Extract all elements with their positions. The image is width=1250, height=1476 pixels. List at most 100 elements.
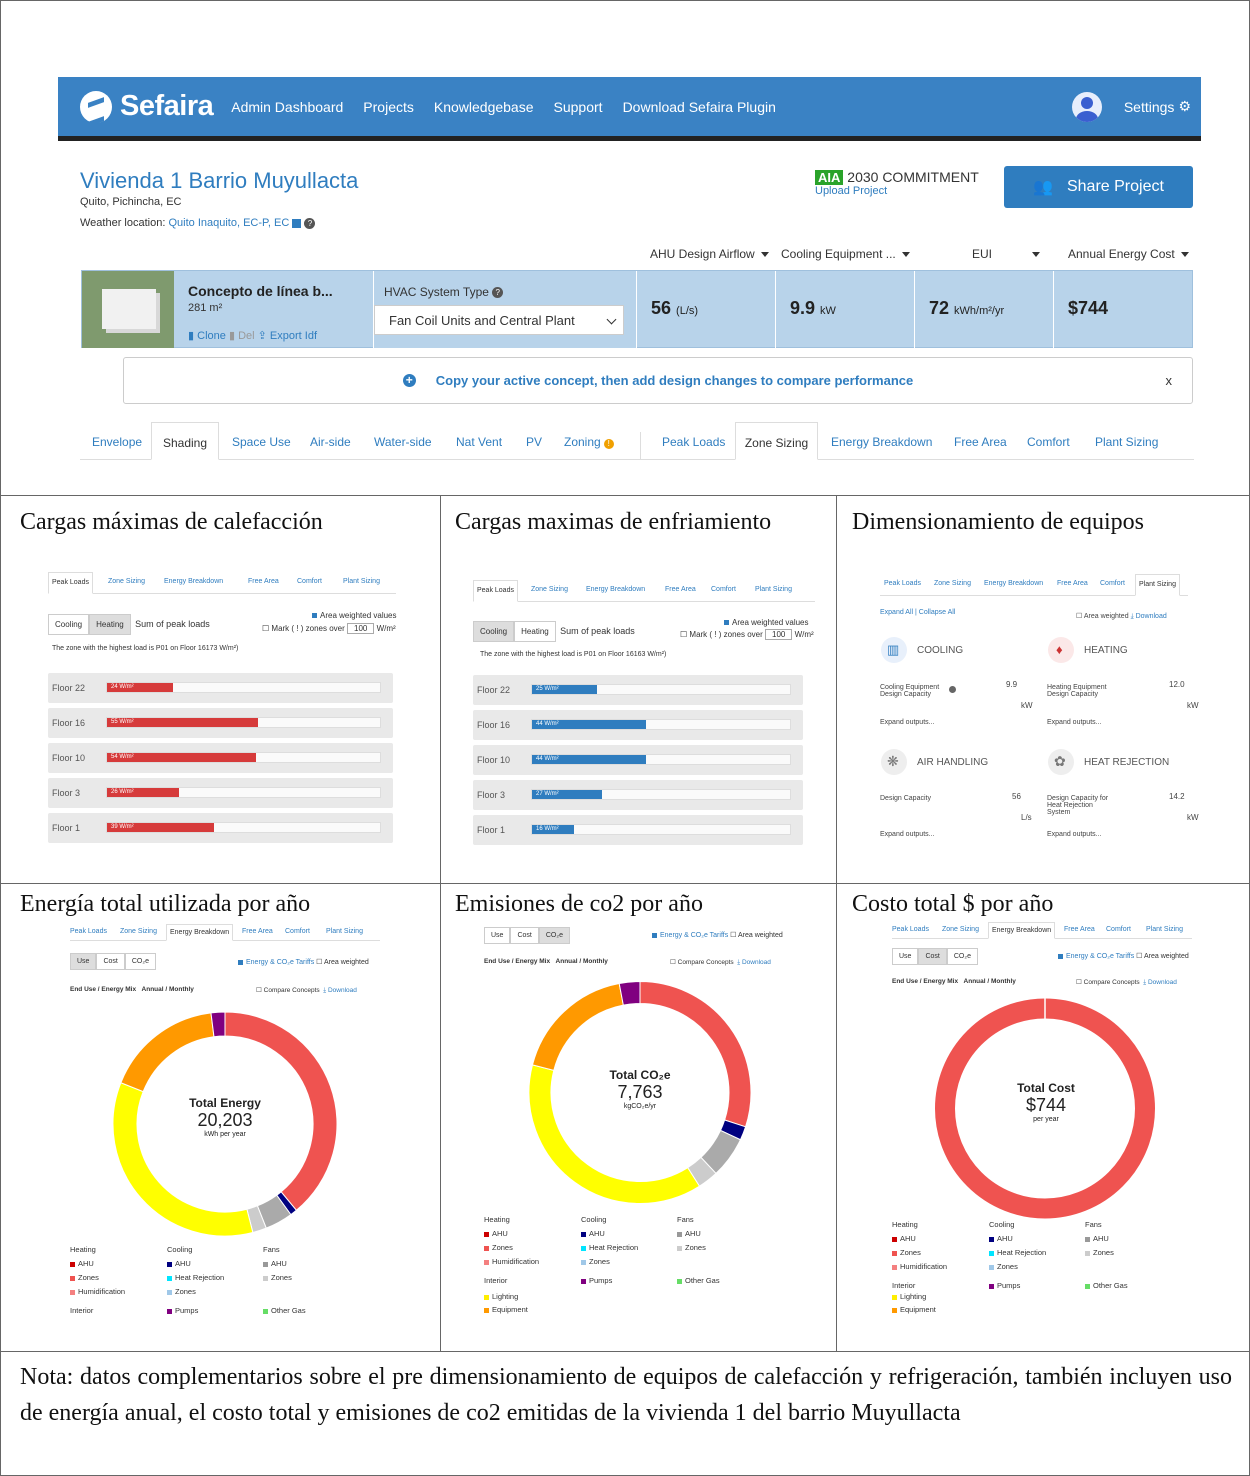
- legend-item[interactable]: Humidification: [892, 1262, 947, 1271]
- compare-concepts[interactable]: Compare Concepts: [264, 987, 320, 994]
- legend-item[interactable]: Humidification: [70, 1287, 125, 1296]
- legend-item[interactable]: Pumps: [581, 1276, 612, 1285]
- legend-item[interactable]: Other Gas: [677, 1276, 720, 1285]
- legend-item[interactable]: Zones: [581, 1257, 610, 1266]
- download-link[interactable]: ⤓ Download: [323, 987, 357, 994]
- tab-zone-sizing[interactable]: Zone Sizing: [108, 578, 145, 585]
- legend-item[interactable]: Equipment: [484, 1305, 528, 1314]
- legend-item[interactable]: Heat Rejection: [167, 1273, 224, 1282]
- sefaira-logo[interactable]: Sefaira: [80, 90, 214, 123]
- metric-header-cost[interactable]: Annual Energy Cost: [1068, 247, 1189, 261]
- legend-item[interactable]: Zones: [989, 1262, 1018, 1271]
- nav-projects[interactable]: Projects: [363, 99, 414, 115]
- floor-row[interactable]: Floor 16 44 W/m²: [473, 710, 803, 740]
- gear-icon[interactable]: ⚙: [1178, 98, 1191, 115]
- tab-space-use[interactable]: Space Use: [232, 422, 291, 460]
- cost-toggle[interactable]: Cost: [918, 948, 947, 965]
- tariffs-link[interactable]: Energy & CO₂e Tariffs ☐ Area weighted: [1058, 952, 1189, 960]
- avatar[interactable]: [1071, 91, 1102, 122]
- tab-zone-sizing[interactable]: Zone Sizing: [120, 928, 157, 935]
- tab-zoning[interactable]: Zoning!: [564, 422, 614, 460]
- help-icon[interactable]: ?: [492, 287, 504, 299]
- use-toggle[interactable]: Use: [70, 953, 97, 970]
- tab-energy-breakdown[interactable]: Energy Breakdown: [988, 922, 1056, 939]
- settings-link[interactable]: Settings: [1124, 99, 1175, 115]
- heating-toggle[interactable]: Heating: [89, 614, 131, 635]
- tab-peak-loads[interactable]: Peak Loads: [70, 928, 107, 935]
- tab-peak-loads[interactable]: Peak Loads: [884, 580, 921, 587]
- nav-admin-dashboard[interactable]: Admin Dashboard: [231, 99, 343, 115]
- expand-outputs-heating[interactable]: Expand outputs...: [1047, 719, 1101, 726]
- legend-item[interactable]: Heat Rejection: [581, 1243, 638, 1252]
- floor-row[interactable]: Floor 10 54 W/m²: [48, 743, 393, 773]
- legend-item[interactable]: AHU: [484, 1229, 508, 1238]
- tab-plant-sizing[interactable]: Plant Sizing: [326, 928, 363, 935]
- expand-outputs-rejection[interactable]: Expand outputs...: [1047, 831, 1101, 838]
- nav-knowledgebase[interactable]: Knowledgebase: [434, 99, 534, 115]
- use-toggle[interactable]: Use: [484, 927, 511, 944]
- tab-peak-loads[interactable]: Peak Loads: [473, 580, 518, 602]
- legend-item[interactable]: AHU: [677, 1229, 701, 1238]
- tab-energy-breakdown[interactable]: Energy Breakdown: [164, 578, 223, 585]
- tab-zone-sizing[interactable]: Zone Sizing: [735, 422, 818, 460]
- nav-support[interactable]: Support: [554, 99, 603, 115]
- co2-toggle[interactable]: CO₂e: [946, 948, 978, 965]
- legend-item[interactable]: Humidification: [484, 1257, 539, 1266]
- help-icon[interactable]: ?: [304, 217, 316, 229]
- co2-toggle[interactable]: CO₂e: [124, 953, 156, 970]
- metric-header-cooling[interactable]: Cooling Equipment ...: [781, 247, 910, 261]
- cooling-toggle[interactable]: Cooling: [473, 621, 515, 642]
- tab-free-area[interactable]: Free Area: [248, 578, 279, 585]
- area-weighted-check[interactable]: ☐ Area weighted ⤓ Download: [1076, 612, 1167, 621]
- expand-collapse-all[interactable]: Expand All | Collapse All: [880, 609, 955, 616]
- share-project-button[interactable]: 👥 Share Project: [1004, 166, 1193, 208]
- compare-concepts[interactable]: Compare Concepts: [678, 959, 734, 966]
- tab-plant-sizing[interactable]: Plant Sizing: [755, 586, 792, 593]
- expand-outputs-cooling[interactable]: Expand outputs...: [880, 719, 934, 726]
- legend-item[interactable]: Zones: [677, 1243, 706, 1252]
- legend-item[interactable]: Zones: [263, 1273, 292, 1282]
- legend-item[interactable]: AHU: [263, 1259, 287, 1268]
- legend-item[interactable]: Zones: [484, 1243, 513, 1252]
- tab-zone-sizing[interactable]: Zone Sizing: [531, 586, 568, 593]
- clone-button[interactable]: Clone: [197, 330, 226, 342]
- floor-row[interactable]: Floor 22 25 W/m²: [473, 675, 803, 705]
- enduse-toggle[interactable]: End Use / Energy Mix: [892, 978, 959, 985]
- tariffs-link[interactable]: Energy & CO₂e Tariffs ☐ Area weighted: [238, 958, 369, 966]
- copy-concept-banner[interactable]: + Copy your active concept, then add des…: [123, 357, 1193, 404]
- legend-item[interactable]: Pumps: [989, 1281, 1020, 1290]
- metric-header-ahu[interactable]: AHU Design Airflow: [650, 247, 769, 261]
- tab-plant-sizing[interactable]: Plant Sizing: [343, 578, 380, 585]
- tab-comfort[interactable]: Comfort: [285, 928, 310, 935]
- annual-toggle[interactable]: Annual / Monthly: [555, 958, 608, 965]
- tab-free-area[interactable]: Free Area: [1064, 926, 1095, 933]
- tariffs-link[interactable]: Energy & CO₂e Tariffs ☐ Area weighted: [652, 931, 783, 939]
- floor-row[interactable]: Floor 1 16 W/m²: [473, 815, 803, 845]
- area-weighted-check[interactable]: Area weighted values: [724, 618, 809, 627]
- enduse-toggle[interactable]: End Use / Energy Mix: [70, 986, 137, 993]
- tab-peak-loads[interactable]: Peak Loads: [48, 572, 93, 594]
- legend-item[interactable]: Zones: [1085, 1248, 1114, 1257]
- use-toggle[interactable]: Use: [892, 948, 919, 965]
- floor-row[interactable]: Floor 3 26 W/m²: [48, 778, 393, 808]
- co2-toggle[interactable]: CO₂e: [538, 927, 570, 944]
- tab-plant-sizing[interactable]: Plant Sizing: [1095, 422, 1158, 460]
- legend-item[interactable]: Zones: [70, 1273, 99, 1282]
- floor-row[interactable]: Floor 16 55 W/m²: [48, 708, 393, 738]
- legend-item[interactable]: Lighting: [484, 1292, 518, 1301]
- tab-comfort[interactable]: Comfort: [1027, 422, 1070, 460]
- tab-free-area[interactable]: Free Area: [665, 586, 696, 593]
- tab-zone-sizing[interactable]: Zone Sizing: [942, 926, 979, 933]
- tab-comfort[interactable]: Comfort: [1100, 580, 1125, 587]
- upload-project-link[interactable]: Upload Project: [815, 185, 979, 197]
- legend-item[interactable]: AHU: [989, 1234, 1013, 1243]
- cost-toggle[interactable]: Cost: [510, 927, 539, 944]
- annual-toggle[interactable]: Annual / Monthly: [963, 978, 1016, 985]
- tab-free-area[interactable]: Free Area: [1057, 580, 1088, 587]
- floor-row[interactable]: Floor 3 27 W/m²: [473, 780, 803, 810]
- legend-item[interactable]: Other Gas: [1085, 1281, 1128, 1290]
- floor-row[interactable]: Floor 22 24 W/m²: [48, 673, 393, 703]
- tab-envelope[interactable]: Envelope: [92, 422, 142, 460]
- floor-row[interactable]: Floor 10 44 W/m²: [473, 745, 803, 775]
- tab-nat-vent[interactable]: Nat Vent: [456, 422, 502, 460]
